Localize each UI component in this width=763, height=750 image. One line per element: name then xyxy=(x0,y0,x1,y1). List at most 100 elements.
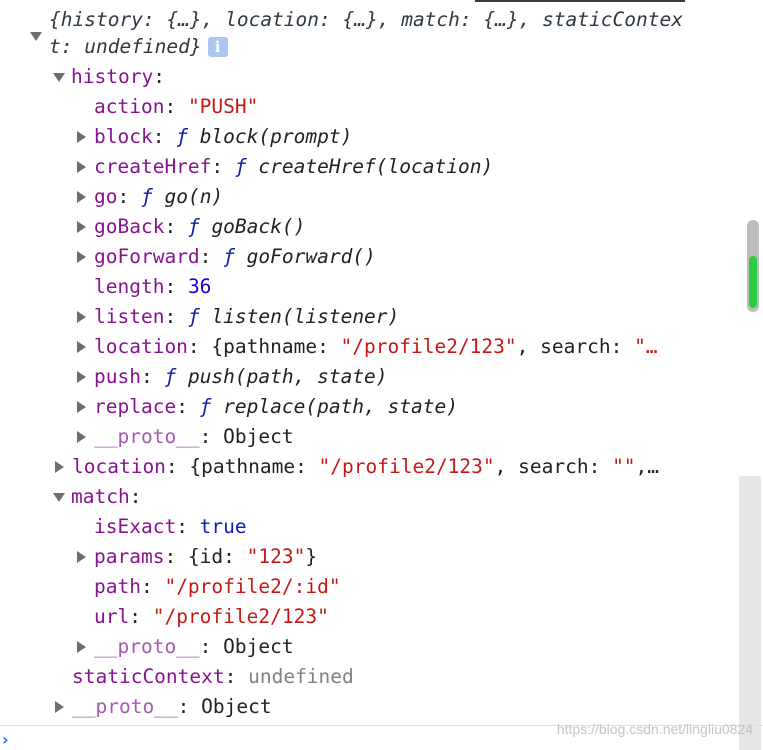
prop-match-params[interactable]: params: {id: "123"} xyxy=(94,542,317,572)
prop-history-location[interactable]: location: {pathname: "/profile2/123", se… xyxy=(94,332,658,362)
prop-value: Object xyxy=(223,425,294,448)
console-prompt-chevron-icon[interactable]: › xyxy=(2,730,9,749)
prop-history-goForward[interactable]: goForward: ƒ goForward() xyxy=(94,242,376,272)
prop-history-block[interactable]: block: ƒ block(prompt) xyxy=(94,122,352,152)
object-preview-tail: "… xyxy=(634,335,658,358)
prop-key: match xyxy=(71,485,130,508)
scrollbar-thumb[interactable] xyxy=(747,220,759,312)
goForward-expand-toggle-icon[interactable] xyxy=(77,251,86,263)
prop-history-length[interactable]: length: 36 xyxy=(94,272,211,302)
location-expand-toggle-icon[interactable] xyxy=(55,461,64,473)
function-signature: push(path, state) xyxy=(187,365,388,388)
prop-key: __proto__ xyxy=(94,425,200,448)
top-divider xyxy=(475,0,685,2)
prop-location[interactable]: location: {pathname: "/profile2/123", se… xyxy=(72,452,659,482)
function-icon: ƒ xyxy=(176,125,188,148)
prop-key: history xyxy=(71,65,154,88)
prop-history-listen[interactable]: listen: ƒ listen(listener) xyxy=(94,302,399,332)
prop-root-proto[interactable]: __proto__: Object xyxy=(72,692,272,722)
function-icon: ƒ xyxy=(187,305,200,328)
prop-match-path[interactable]: path: "/profile2/:id" xyxy=(94,572,341,602)
prop-value: true xyxy=(199,515,247,538)
prop-key: length xyxy=(94,275,165,298)
prop-match-proto[interactable]: __proto__: Object xyxy=(94,632,294,662)
id-value: "123" xyxy=(246,545,306,568)
prop-history-goBack[interactable]: goBack: ƒ goBack() xyxy=(94,212,305,242)
history-proto-expand-toggle-icon[interactable] xyxy=(77,431,86,443)
prop-value: Object xyxy=(223,635,294,658)
replace-expand-toggle-icon[interactable] xyxy=(77,401,86,413)
prop-match-url[interactable]: url: "/profile2/123" xyxy=(94,602,329,632)
prop-history-push[interactable]: push: ƒ push(path, state) xyxy=(94,362,388,392)
params-expand-toggle-icon[interactable] xyxy=(77,551,86,563)
prop-value: undefined xyxy=(248,665,354,688)
object-preview-open: {pathname: xyxy=(189,455,319,478)
prop-key: params xyxy=(94,545,165,568)
prop-key: push xyxy=(94,365,141,388)
createHref-expand-toggle-icon[interactable] xyxy=(77,161,86,173)
prop-history-go[interactable]: go: ƒ go(n) xyxy=(94,182,223,212)
object-summary-text: {history: {…}, location: {…}, match: {…}… xyxy=(49,8,683,58)
prop-key: goBack xyxy=(94,215,165,238)
function-icon: ƒ xyxy=(140,185,153,208)
history-expand-toggle-icon[interactable] xyxy=(53,73,65,82)
function-icon: ƒ xyxy=(187,215,200,238)
prop-match[interactable]: match: xyxy=(71,482,141,512)
object-preview-tail: ,… xyxy=(635,455,660,478)
prop-history-replace[interactable]: replace: ƒ replace(path, state) xyxy=(94,392,458,422)
object-preview-open: {pathname: xyxy=(211,335,341,358)
object-preview-mid: , search: xyxy=(516,335,635,358)
prop-history-action[interactable]: action: "PUSH" xyxy=(94,92,258,122)
match-expand-toggle-icon[interactable] xyxy=(53,493,65,502)
root-expand-toggle-icon[interactable] xyxy=(30,32,42,41)
function-icon: ƒ xyxy=(234,155,247,178)
object-preview-close: } xyxy=(305,545,318,568)
prop-staticContext[interactable]: staticContext: undefined xyxy=(72,662,354,692)
prop-value: 36 xyxy=(187,275,212,298)
prop-history-createHref[interactable]: createHref: ƒ createHref(location) xyxy=(94,152,493,182)
function-signature: block(prompt) xyxy=(199,125,353,148)
goBack-expand-toggle-icon[interactable] xyxy=(77,221,86,233)
prop-key: location xyxy=(94,335,188,358)
go-expand-toggle-icon[interactable] xyxy=(77,191,86,203)
search-value: "" xyxy=(612,455,636,478)
prop-key: go xyxy=(94,185,118,208)
block-expand-toggle-icon[interactable] xyxy=(77,131,86,143)
prop-key: listen xyxy=(94,305,165,328)
prop-key: staticContext xyxy=(72,665,225,688)
prop-key: replace xyxy=(94,395,177,418)
prop-history[interactable]: history: xyxy=(71,62,165,92)
prop-value: Object xyxy=(201,695,272,718)
prop-value: "/profile2/:id" xyxy=(164,575,341,598)
match-proto-expand-toggle-icon[interactable] xyxy=(77,641,86,653)
scrollbar-track[interactable] xyxy=(739,476,761,750)
prop-match-isExact[interactable]: isExact: true xyxy=(94,512,247,542)
prop-value: "/profile2/123" xyxy=(152,605,329,628)
info-icon[interactable]: i xyxy=(207,37,228,57)
prop-key: action xyxy=(94,95,165,118)
function-signature: go(n) xyxy=(164,185,224,208)
object-summary[interactable]: {history: {…}, location: {…}, match: {…}… xyxy=(49,6,699,60)
prop-key: createHref xyxy=(94,155,212,178)
function-icon: ƒ xyxy=(199,395,212,418)
listen-expand-toggle-icon[interactable] xyxy=(77,311,86,323)
push-expand-toggle-icon[interactable] xyxy=(77,371,86,383)
root-proto-expand-toggle-icon[interactable] xyxy=(55,701,64,713)
object-preview-mid: , search: xyxy=(494,455,613,478)
prop-history-proto[interactable]: __proto__: Object xyxy=(94,422,294,452)
prop-key: location xyxy=(72,455,166,478)
prop-value: "PUSH" xyxy=(187,95,259,118)
function-icon: ƒ xyxy=(223,245,235,268)
function-signature: listen(listener) xyxy=(211,305,400,328)
history-location-expand-toggle-icon[interactable] xyxy=(77,341,86,353)
prop-key: isExact xyxy=(94,515,177,538)
prop-key: goForward xyxy=(94,245,200,268)
function-icon: ƒ xyxy=(164,365,177,388)
prop-key: block xyxy=(94,125,153,148)
watermark: https://blog.csdn.net/lingliu0824 xyxy=(556,721,753,737)
scroll-position-indicator xyxy=(749,256,757,308)
function-signature: createHref(location) xyxy=(258,155,494,178)
function-signature: goBack() xyxy=(211,215,306,238)
prop-key: __proto__ xyxy=(72,695,178,718)
function-signature: goForward() xyxy=(246,245,376,268)
